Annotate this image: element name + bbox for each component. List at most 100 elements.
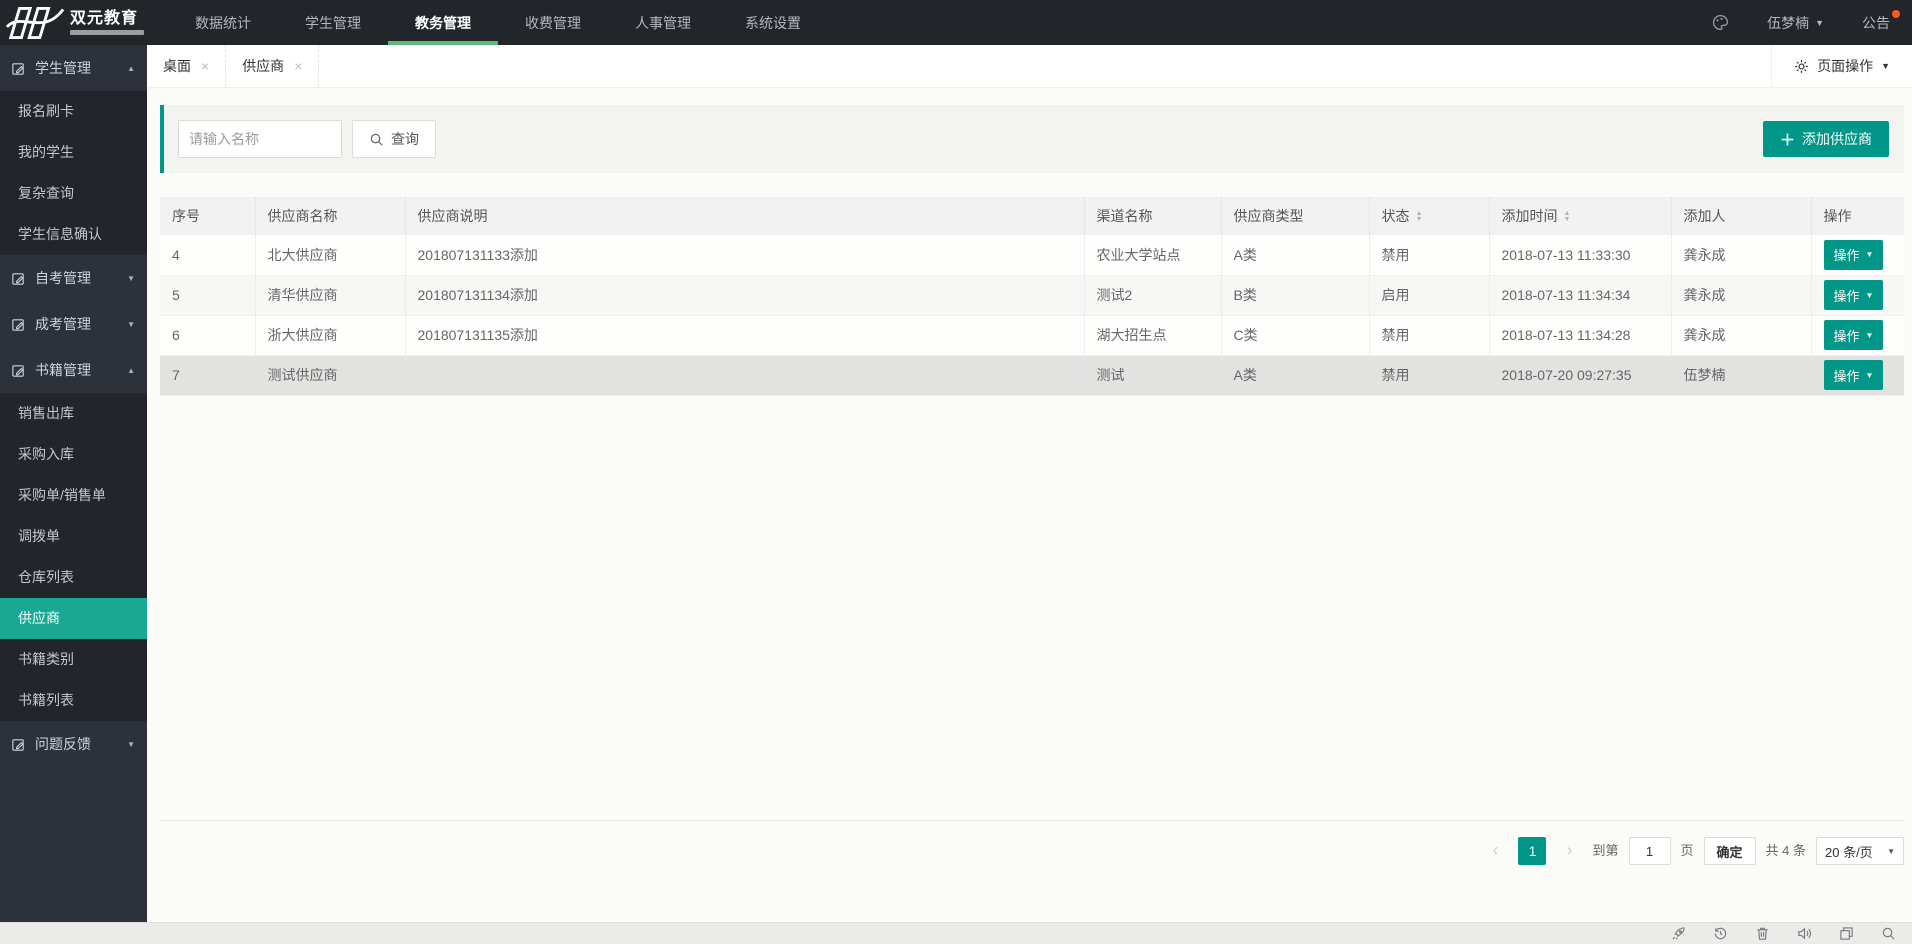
nav-item-hr-mgmt[interactable]: 人事管理 — [608, 0, 718, 45]
sort-toggle[interactable]: ▲ ▼ — [1564, 210, 1571, 223]
cell-seq: 7 — [160, 355, 256, 396]
sidebar-item-book-list[interactable]: 书籍列表 — [0, 680, 147, 721]
brand-subtext — [70, 30, 144, 35]
row-action-button[interactable]: 操作 ▼ — [1823, 239, 1884, 270]
sidebar-item-purchase-sales-orders[interactable]: 采购单/销售单 — [0, 475, 147, 516]
cell-type: C类 — [1221, 315, 1370, 356]
search-button[interactable]: 查询 — [352, 120, 436, 158]
trash-icon[interactable] — [1755, 926, 1770, 941]
cell-desc — [405, 355, 1085, 396]
menu-group-icon — [12, 62, 24, 75]
chevron-up-icon: ▲ — [127, 63, 135, 73]
page-size-select[interactable]: 20 条/页 ▼ — [1816, 837, 1904, 865]
cell-name: 清华供应商 — [255, 275, 406, 316]
brand-logo: 双元教育 — [0, 0, 168, 45]
sidebar-item-warehouse-list[interactable]: 仓库列表 — [0, 557, 147, 598]
search-input[interactable] — [178, 120, 342, 158]
cell-name: 测试供应商 — [255, 355, 406, 396]
search-icon — [370, 133, 383, 146]
sidebar-item-transfer-order[interactable]: 调拨单 — [0, 516, 147, 557]
sidebar-group-adult-exam[interactable]: 成考管理 ▼ — [0, 301, 147, 347]
cell-seq: 4 — [160, 235, 256, 276]
goto-page-input[interactable] — [1628, 837, 1671, 865]
col-header-name: 供应商名称 — [255, 197, 406, 235]
table-row: 7 测试供应商 测试 A类 禁用 2018-07-20 09:27:35 伍梦楠… — [160, 355, 1904, 396]
sidebar-item-signup-card[interactable]: 报名刷卡 — [0, 91, 147, 132]
notice-button[interactable]: 公告 — [1862, 9, 1900, 33]
menu-group-icon — [12, 738, 24, 751]
tab-desktop[interactable]: 桌面 × — [147, 45, 227, 87]
rocket-icon[interactable] — [1671, 926, 1686, 941]
user-menu[interactable]: 伍梦楠 ▼ — [1767, 13, 1824, 33]
cell-seq: 6 — [160, 315, 256, 356]
sidebar-item-complex-query[interactable]: 复杂查询 — [0, 173, 147, 214]
next-page-icon[interactable]: › — [1556, 837, 1582, 865]
plus-icon: ＋ — [1779, 131, 1795, 149]
close-icon[interactable]: × — [201, 58, 209, 74]
col-header-add-time: 添加时间 ▲ ▼ — [1489, 197, 1672, 235]
nav-item-academic-mgmt[interactable]: 教务管理 — [388, 0, 498, 45]
cell-channel: 湖大招生点 — [1084, 315, 1222, 356]
sidebar-group-book-mgmt[interactable]: 书籍管理 ▲ — [0, 347, 147, 393]
history-icon[interactable] — [1713, 926, 1728, 941]
cell-channel: 测试2 — [1084, 275, 1222, 316]
close-icon[interactable]: × — [294, 58, 302, 74]
menu-group-icon — [12, 364, 24, 377]
row-action-button[interactable]: 操作 ▼ — [1823, 360, 1884, 390]
sidebar-group-student-mgmt[interactable]: 学生管理 ▲ — [0, 45, 147, 91]
chevron-down-icon: ▼ — [1865, 250, 1874, 260]
zoom-icon[interactable] — [1881, 926, 1896, 941]
sidebar-item-my-students[interactable]: 我的学生 — [0, 132, 147, 173]
gear-icon — [1795, 59, 1808, 73]
tab-suppliers[interactable]: 供应商 × — [226, 45, 320, 87]
user-name: 伍梦楠 — [1767, 14, 1810, 31]
page-actions-button[interactable]: 页面操作 ▼ — [1771, 45, 1912, 87]
col-header-type: 供应商类型 — [1221, 197, 1370, 235]
app-window: 双元教育 数据统计 学生管理 教务管理 收费管理 人事管理 系统设置 伍梦楠 ▼ — [0, 0, 1912, 944]
nav-item-student-mgmt[interactable]: 学生管理 — [278, 0, 388, 45]
sidebar-item-student-info-confirm[interactable]: 学生信息确认 — [0, 214, 147, 255]
cell-type: A类 — [1221, 235, 1370, 276]
sidebar-group-self-exam[interactable]: 自考管理 ▼ — [0, 255, 147, 301]
prev-page-icon[interactable]: ‹ — [1482, 837, 1508, 865]
status-badge: 禁用 — [1369, 315, 1490, 356]
page-unit-label: 页 — [1680, 843, 1694, 858]
add-supplier-button[interactable]: ＋ 添加供应商 — [1762, 121, 1889, 157]
cell-type: B类 — [1221, 275, 1370, 316]
row-action-button[interactable]: 操作 ▼ — [1823, 320, 1884, 350]
page-number-current[interactable]: 1 — [1518, 837, 1547, 865]
col-header-adder: 添加人 — [1671, 197, 1812, 235]
cell-time: 2018-07-13 11:33:30 — [1489, 235, 1672, 276]
main-content: 查询 ＋ 添加供应商 序号 供应商名称 供应商说明 渠道名称 供应商类型 — [147, 88, 1912, 922]
chevron-down-icon: ▼ — [1865, 370, 1874, 380]
nav-item-fee-mgmt[interactable]: 收费管理 — [498, 0, 608, 45]
status-badge: 禁用 — [1369, 355, 1490, 396]
chevron-down-icon: ▼ — [1865, 290, 1874, 300]
sidebar-item-suppliers[interactable]: 供应商 — [0, 598, 147, 639]
cell-desc: 201807131134添加 — [405, 275, 1085, 316]
top-navbar: 双元教育 数据统计 学生管理 教务管理 收费管理 人事管理 系统设置 伍梦楠 ▼ — [0, 0, 1912, 45]
row-action-button[interactable]: 操作 ▼ — [1823, 280, 1884, 310]
chevron-up-icon: ▲ — [127, 365, 135, 375]
confirm-page-button[interactable]: 确定 — [1703, 837, 1756, 865]
speaker-icon[interactable] — [1797, 926, 1812, 941]
nav-item-data-stats[interactable]: 数据统计 — [168, 0, 278, 45]
chevron-down-icon: ▼ — [127, 273, 135, 283]
sidebar-item-sales-outbound[interactable]: 销售出库 — [0, 393, 147, 434]
nav-item-system-settings[interactable]: 系统设置 — [718, 0, 828, 45]
cell-name: 北大供应商 — [255, 235, 406, 276]
sidebar-item-purchase-inbound[interactable]: 采购入库 — [0, 434, 147, 475]
chevron-down-icon: ▼ — [1887, 846, 1895, 856]
cell-desc: 201807131135添加 — [405, 315, 1085, 356]
sort-toggle[interactable]: ▲ ▼ — [1416, 210, 1423, 223]
cell-seq: 5 — [160, 275, 256, 316]
sidebar: 学生管理 ▲ 报名刷卡 我的学生 复杂查询 学生信息确认 自考管理 ▼ 成考管理… — [0, 45, 147, 922]
col-header-seq: 序号 — [160, 197, 256, 235]
theme-palette-icon[interactable] — [1712, 14, 1729, 31]
sidebar-group-feedback[interactable]: 问题反馈 ▼ — [0, 721, 147, 767]
window-restore-icon[interactable] — [1839, 926, 1854, 941]
bottom-taskbar — [0, 922, 1912, 944]
cell-time: 2018-07-13 11:34:28 — [1489, 315, 1672, 356]
sidebar-item-book-categories[interactable]: 书籍类别 — [0, 639, 147, 680]
status-badge: 禁用 — [1369, 235, 1490, 276]
